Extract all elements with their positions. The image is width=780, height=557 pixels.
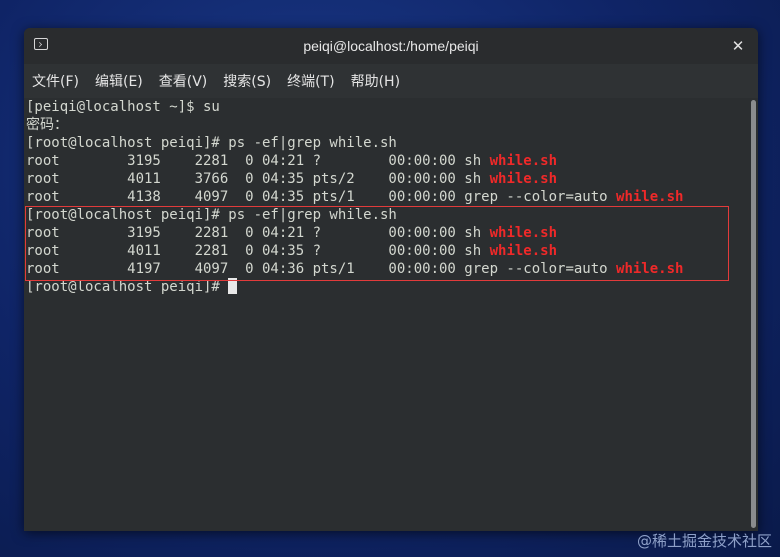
close-icon[interactable]: ✕: [728, 36, 748, 56]
window-title: peiqi@localhost:/home/peiqi: [303, 38, 479, 54]
terminal-line: [peiqi@localhost ~]$ su: [26, 99, 220, 115]
menu-view[interactable]: 查看(V): [155, 71, 212, 91]
title-bar: peiqi@localhost:/home/peiqi ✕: [24, 28, 758, 64]
terminal-icon: [34, 38, 48, 50]
terminal-window: peiqi@localhost:/home/peiqi ✕ 文件(F) 编辑(E…: [24, 28, 758, 531]
terminal-line: root 4138 4097 0 04:35 pts/1 00:00:00 gr…: [26, 189, 684, 205]
scrollbar-thumb[interactable]: [751, 100, 756, 528]
highlight-box: [25, 206, 729, 281]
terminal-line: root 4011 3766 0 04:35 pts/2 00:00:00 sh…: [26, 171, 558, 187]
terminal-line: 密码：: [26, 117, 68, 133]
scrollbar[interactable]: [750, 98, 758, 531]
watermark: @稀土掘金技术社区: [636, 532, 772, 550]
menu-file[interactable]: 文件(F): [28, 71, 83, 91]
terminal-line: root 3195 2281 0 04:21 ? 00:00:00 sh whi…: [26, 153, 558, 169]
menu-help[interactable]: 帮助(H): [347, 71, 404, 91]
terminal-line: [root@localhost peiqi]# ps -ef|grep whil…: [26, 135, 397, 151]
terminal-output[interactable]: [peiqi@localhost ~]$ su 密码： [root@localh…: [24, 98, 750, 531]
menu-search[interactable]: 搜索(S): [219, 71, 275, 91]
menu-edit[interactable]: 编辑(E): [91, 71, 147, 91]
menu-terminal[interactable]: 终端(T): [283, 71, 338, 91]
menu-bar: 文件(F) 编辑(E) 查看(V) 搜索(S) 终端(T) 帮助(H): [24, 64, 758, 99]
